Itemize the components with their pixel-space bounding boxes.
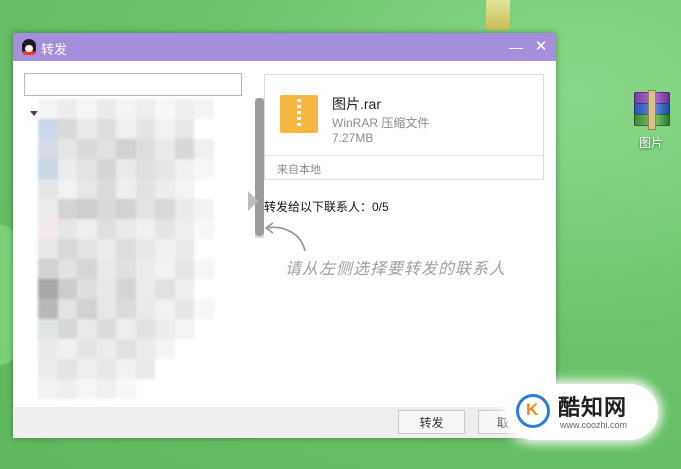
file-source: 来自本地	[277, 164, 321, 176]
watermark-url: www.coozhi.com	[560, 420, 628, 430]
contact-list-scrollbar-thumb[interactable]	[255, 98, 264, 236]
file-size: 7.27MB	[332, 131, 374, 145]
title-bar[interactable]: 转发 — ✕	[13, 33, 556, 61]
contact-list-panel	[24, 73, 264, 403]
file-preview-card: 图片.rar WinRAR 压缩文件 7.27MB 来自本地	[264, 74, 544, 180]
minimize-button[interactable]: —	[505, 35, 527, 59]
close-button[interactable]: ✕	[530, 35, 552, 59]
winrar-icon	[630, 90, 672, 130]
contact-list-blurred[interactable]	[38, 99, 214, 409]
group-expand-icon[interactable]	[30, 111, 38, 116]
archive-file-icon	[280, 95, 318, 133]
desktop-icon-label: 图片	[638, 136, 663, 150]
expand-arrow-icon	[248, 191, 258, 211]
hint-curved-arrow-icon	[264, 222, 306, 252]
forward-dialog: 转发 — ✕ 图片.rar WinRAR 压缩文件 7.27MB 来自本地 转发…	[13, 33, 556, 438]
qq-penguin-icon	[22, 39, 36, 55]
window-title: 转发	[41, 42, 68, 57]
taskbar-thumbnail	[486, 0, 510, 30]
coozhi-logo-icon	[516, 394, 550, 428]
forward-button[interactable]: 转发	[398, 410, 465, 434]
watermark-badge: 酷知网 www.coozhi.com	[506, 384, 658, 440]
select-contacts-hint: 请从左侧选择要转发的联系人	[285, 259, 507, 278]
card-divider	[265, 155, 543, 156]
watermark-name: 酷知网	[558, 395, 628, 420]
file-name: 图片.rar	[332, 96, 381, 112]
recipients-count-label: 转发给以下联系人：0/5	[264, 200, 389, 214]
desktop-rar-file[interactable]: 图片	[622, 90, 680, 151]
file-type: WinRAR 压缩文件	[332, 116, 430, 130]
dialog-footer	[13, 407, 556, 438]
contact-search-input[interactable]	[24, 73, 242, 96]
